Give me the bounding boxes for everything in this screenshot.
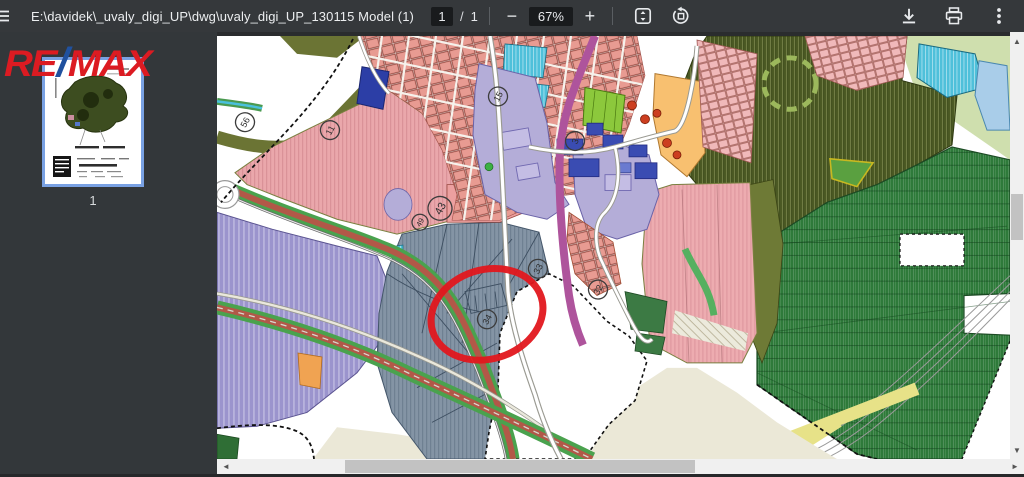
zoom-in-button[interactable]: + bbox=[579, 5, 601, 27]
horizontal-scrollbar[interactable]: ◄ ► bbox=[217, 459, 1024, 474]
remax-logo-slash: / bbox=[56, 40, 68, 85]
horizontal-scrollbar-thumb[interactable] bbox=[345, 460, 695, 473]
thumbnail-page-label: 1 bbox=[42, 193, 144, 208]
zoom-out-button[interactable]: − bbox=[501, 5, 523, 27]
print-icon[interactable] bbox=[944, 6, 964, 26]
vertical-scrollbar-thumb[interactable] bbox=[1011, 194, 1023, 240]
remax-logo-max: MAX bbox=[68, 44, 151, 84]
page-divider: / bbox=[460, 9, 464, 24]
menu-icon[interactable] bbox=[0, 7, 11, 25]
page-total: 1 bbox=[471, 9, 478, 24]
zoom-level-input[interactable]: 67% bbox=[529, 7, 573, 26]
pdf-viewer-app: E:\davidek\_uvaly_digi_UP\dwg\uvaly_digi… bbox=[0, 0, 1024, 477]
page-number-input[interactable]: 1 bbox=[431, 7, 453, 26]
scroll-down-arrow[interactable]: ▼ bbox=[1010, 443, 1024, 457]
download-icon[interactable] bbox=[899, 6, 919, 26]
pdf-page-viewport: 56111534349333432 ▲ ▼ ◄ ► bbox=[217, 32, 1024, 477]
rotate-icon[interactable] bbox=[671, 6, 691, 26]
thumbnail-sidebar: 1 RE/MAX bbox=[0, 32, 217, 477]
document-title: E:\davidek\_uvaly_digi_UP\dwg\uvaly_digi… bbox=[31, 9, 414, 24]
toolbar-separator bbox=[612, 7, 613, 25]
map-roundabout bbox=[217, 181, 239, 209]
pdf-toolbar: E:\davidek\_uvaly_digi_UP\dwg\uvaly_digi… bbox=[0, 0, 1024, 32]
fit-to-page-icon[interactable] bbox=[633, 6, 653, 26]
toolbar-separator bbox=[489, 7, 490, 25]
more-options-icon[interactable] bbox=[989, 6, 1009, 26]
scroll-right-arrow[interactable]: ► bbox=[1008, 459, 1022, 474]
remax-logo-re: RE bbox=[4, 44, 56, 84]
viewer-body: 1 RE/MAX bbox=[0, 32, 1024, 477]
vertical-scrollbar[interactable]: ▲ ▼ bbox=[1010, 32, 1024, 459]
scroll-up-arrow[interactable]: ▲ bbox=[1010, 34, 1024, 48]
zoning-map-canvas[interactable]: 56111534349333432 bbox=[217, 36, 1010, 459]
remax-logo: RE/MAX bbox=[4, 40, 151, 86]
scroll-left-arrow[interactable]: ◄ bbox=[219, 459, 233, 474]
